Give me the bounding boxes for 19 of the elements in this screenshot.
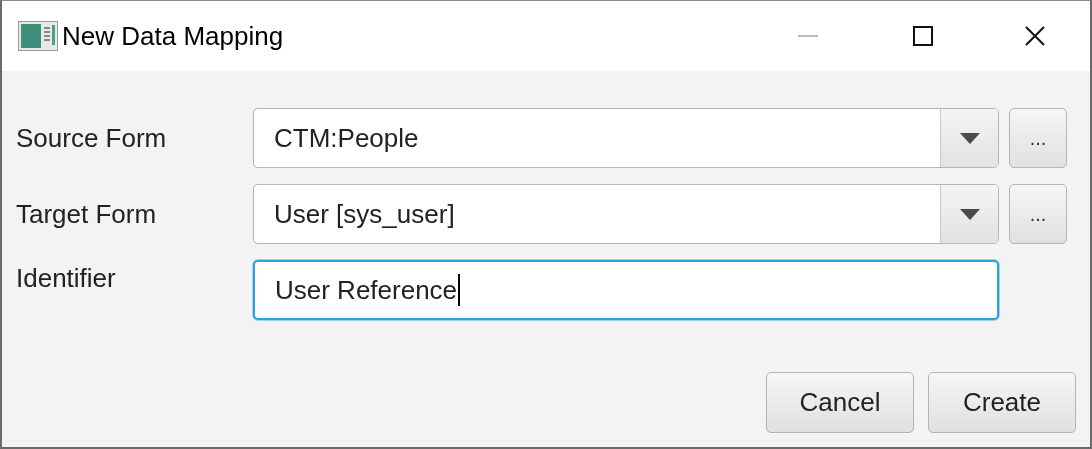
combo-box[interactable]: User [sys_user] [253,184,999,244]
dropdown-arrow-button[interactable] [940,109,998,167]
maximize-icon [911,25,934,47]
dropdown-arrow-button[interactable] [940,185,998,243]
dialog-button[interactable]: Cancel [766,372,914,433]
field-label: Target Form [16,198,158,230]
browse-button[interactable]: ... [1009,108,1067,168]
field-label: Source Form [16,122,168,154]
caret-icon [959,208,980,220]
combo-box[interactable]: CTM:People [253,108,999,168]
caret-icon [959,132,980,144]
input-field[interactable]: User Reference [253,260,999,320]
dialog-button[interactable]: Create [928,372,1076,433]
browse-button[interactable]: ... [1009,184,1067,244]
minimize-icon [796,35,819,37]
window-title: New Data Mapping [62,20,284,52]
app-icon [18,21,58,51]
close-icon [1024,25,1046,47]
field-label: Identifier [16,263,117,294]
